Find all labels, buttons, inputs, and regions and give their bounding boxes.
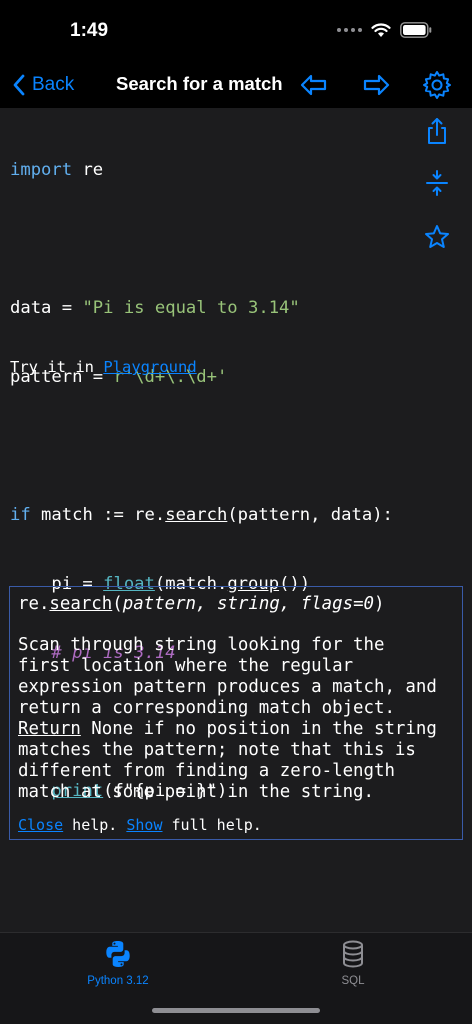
code-keyword: if [10, 505, 31, 525]
code-line: import re [10, 159, 393, 182]
try-prefix: Try it in [10, 358, 104, 376]
code-line: if match := re.search(pattern, data): [10, 504, 393, 527]
help-line: expression pattern produces a match, and [18, 677, 437, 697]
help-footer-text: help. [63, 816, 127, 834]
sig-paren: ) [374, 594, 385, 614]
home-indicator[interactable] [152, 1008, 320, 1013]
battery-icon [400, 22, 432, 38]
status-time: 1:49 [70, 20, 109, 41]
star-icon[interactable] [422, 222, 452, 252]
code-function-link[interactable]: search [165, 505, 227, 525]
help-line: different from finding a zero-length [18, 761, 395, 781]
share-icon[interactable] [422, 116, 452, 146]
help-line: Scan through string looking for the [18, 635, 385, 655]
tab-python-label: Python 3.12 [87, 975, 149, 987]
next-arrow-icon[interactable] [360, 69, 392, 101]
help-line: first location where the regular [18, 656, 354, 676]
previous-arrow-icon[interactable] [298, 69, 330, 101]
help-panel: re.search(pattern, string, flags=0) Scan… [9, 586, 463, 840]
back-label: Back [32, 74, 75, 95]
code-keyword: import [10, 160, 73, 180]
help-signature: re.search(pattern, string, flags=0) [18, 593, 454, 615]
show-full-help-link[interactable]: Show [126, 816, 162, 834]
tab-sql-label: SQL [341, 975, 365, 987]
chevron-left-icon [13, 74, 25, 96]
sig-function-link[interactable]: search [49, 594, 112, 614]
return-link[interactable]: Return [18, 719, 81, 739]
wifi-icon [371, 22, 391, 37]
signal-icon [337, 28, 362, 32]
help-line: match at some point in the string. [18, 782, 374, 802]
status-icons [337, 22, 432, 38]
code-text: re [72, 160, 104, 180]
code-text: (pattern, data): [227, 505, 393, 525]
page-title: Search for a match [116, 73, 283, 94]
help-line: return a corresponding match object. [18, 698, 395, 718]
screen: 1:49 Back Search for a match import re d… [0, 0, 472, 1024]
code-text: data = [10, 298, 83, 318]
sig-paren: ( [112, 594, 123, 614]
help-text: None if no position in the string [80, 719, 437, 739]
code-text: match := re. [30, 505, 166, 525]
help-footer-text: full help. [162, 816, 262, 834]
playground-link[interactable]: Playground [103, 358, 196, 376]
tab-python[interactable]: Python 3.12 [58, 939, 178, 987]
database-icon [343, 940, 363, 968]
close-help-link[interactable]: Close [18, 816, 63, 834]
status-bar: 1:49 [0, 0, 472, 62]
tab-sql[interactable]: SQL [293, 939, 413, 987]
code-view: import re data = "Pi is equal to 3.14" p… [0, 108, 472, 932]
code-line: data = "Pi is equal to 3.14" [10, 297, 393, 320]
sig-args: pattern, string, flags=0 [122, 594, 375, 614]
try-playground-line: Try it in Playground [10, 358, 197, 376]
split-icon[interactable] [422, 168, 452, 198]
navigation-bar: Back Search for a match [0, 62, 472, 108]
back-button[interactable]: Back [12, 70, 74, 100]
python-icon [106, 941, 130, 967]
code-string: "Pi is equal to 3.14" [82, 298, 300, 318]
sig-prefix: re. [18, 594, 50, 614]
gear-icon[interactable] [421, 69, 453, 101]
help-line: matches the pattern; note that this is [18, 740, 416, 760]
help-line: Return None if no position in the string [18, 719, 454, 740]
help-footer: Close help. Show full help. [18, 816, 454, 834]
help-description: Scan through string looking for the first… [18, 635, 454, 803]
